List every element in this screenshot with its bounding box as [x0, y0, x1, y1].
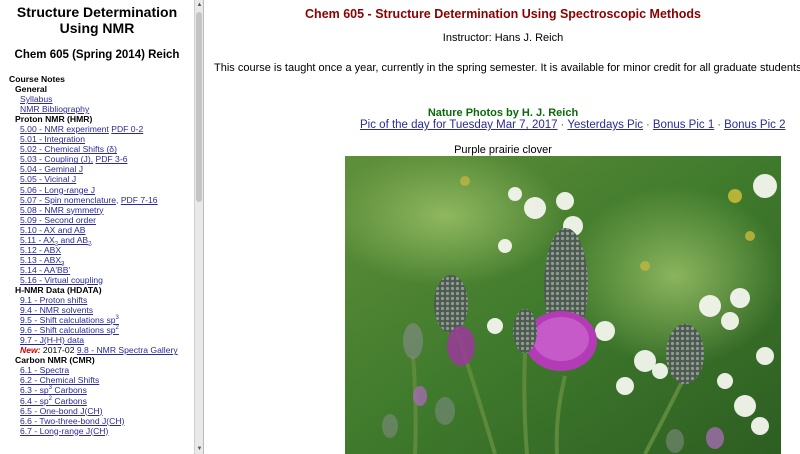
nav-item-proton[interactable]: 5.02 - Chemical Shifts (δ)	[9, 144, 194, 154]
nav-item-proton[interactable]: 5.07 - Spin nomenclature, PDF 7-16	[9, 195, 194, 205]
nav-item-proton[interactable]: 5.03 - Coupling (J), PDF 3-6	[9, 154, 194, 164]
nav-item-6-2[interactable]: 6.2 - Chemical Shifts	[9, 375, 194, 385]
section-proton-nmr: Proton NMR (HMR)	[15, 114, 93, 125]
section-carbon-nmr: Carbon NMR (CMR)	[15, 355, 95, 366]
nav-item-9-7[interactable]: 9.7 - J(H-H) data	[9, 335, 194, 345]
nav-item-6-3[interactable]: 6.3 - sp3 Carbons	[9, 385, 194, 395]
nav-item-proton[interactable]: 5.05 - Vicinal J	[9, 174, 194, 184]
nav-item-proton[interactable]: 5.10 - AX and AB	[9, 225, 194, 235]
separator: ·	[646, 119, 650, 131]
nav-item-syllabus[interactable]: Syllabus	[9, 94, 194, 104]
scroll-thumb[interactable]	[196, 12, 202, 202]
nav-item-6-4[interactable]: 6.4 - sp2 Carbons	[9, 396, 194, 406]
left-frame-scrollbar[interactable]: ▲ ▼	[194, 0, 204, 454]
nav-item-proton[interactable]: 5.08 - NMR symmetry	[9, 205, 194, 215]
triangle-down-icon[interactable]: ▼	[195, 444, 204, 454]
course-notes-nav: Course Notes General Syllabus NMR Biblio…	[0, 74, 194, 436]
nav-item-9-5[interactable]: 9.5 - Shift calculations sp3	[9, 315, 194, 325]
photo-caption: Purple prairie clover	[454, 144, 552, 156]
nav-item-5-13[interactable]: 5.13 - ABX3	[9, 255, 194, 268]
new-badge: New:	[20, 345, 41, 356]
nav-item-6-1[interactable]: 6.1 - Spectra	[9, 365, 194, 375]
nav-item-9-4[interactable]: 9.4 - NMR solvents	[9, 305, 194, 315]
section-general: General	[15, 84, 48, 95]
nav-item-5-16[interactable]: 5.16 - Virtual coupling	[9, 275, 194, 285]
nav-item-9-6[interactable]: 9.6 - Shift calculations sp2	[9, 325, 194, 335]
course-notes-heading: Course Notes	[9, 74, 65, 84]
bonus-pic-1-link[interactable]: Bonus Pic 1	[653, 119, 714, 131]
proton-nmr-list: 5.00 - NMR experiment PDF 0-2 5.01 - Inte…	[9, 124, 194, 235]
nav-item-proton[interactable]: 5.09 - Second order	[9, 215, 194, 225]
nav-item-6-5[interactable]: 6.5 - One-bond J(CH)	[9, 406, 194, 416]
main-frame: Chem 605 - Structure Determination Using…	[206, 0, 800, 454]
page-title: Chem 605 - Structure Determination Using…	[305, 7, 701, 21]
purple-prairie-clover-photo[interactable]	[345, 156, 781, 454]
nav-item-5-12[interactable]: 5.12 - ABX	[9, 245, 194, 255]
separator: ·	[717, 119, 722, 131]
nav-item-proton[interactable]: 5.06 - Long-range J	[9, 185, 194, 195]
photo-links: Pic of the day for Tuesday Mar 7, 2017 · Y…	[360, 119, 785, 131]
left-nav-frame: Structure Determination Using NMR Chem 6…	[0, 0, 194, 454]
pic-of-the-day-link[interactable]: Pic of the day for Tuesday Mar 7, 2017	[360, 119, 558, 131]
nav-item-5-14[interactable]: 5.14 - AA'BB'	[9, 265, 194, 275]
section-hnmr-data: H-NMR Data (HDATA)	[15, 284, 102, 295]
nav-item-6-6[interactable]: 6.6 - Two-three-bond J(CH)	[9, 416, 194, 426]
separator: ·	[560, 119, 565, 131]
nav-item-9-1[interactable]: 9.1 - Proton shifts	[9, 295, 194, 305]
nav-item-proton[interactable]: 5.04 - Geminal J	[9, 164, 194, 174]
nav-item-proton[interactable]: 5.01 - Integration	[9, 134, 194, 144]
nav-item-proton[interactable]: 5.00 - NMR experiment PDF 0-2	[9, 124, 194, 134]
intro-text: This course is taught once a year, curre…	[214, 62, 800, 74]
nature-photos-heading: Nature Photos by H. J. Reich	[427, 107, 579, 119]
yesterdays-pic-link[interactable]: Yesterdays Pic	[567, 119, 643, 131]
sidebar-title: Structure Determination Using NMR	[16, 4, 178, 36]
bonus-pic-2-link[interactable]: Bonus Pic 2	[724, 119, 785, 131]
instructor-line: Instructor: Hans J. Reich	[442, 32, 564, 44]
nav-item-nmr-bibliography[interactable]: NMR Bibliography	[9, 104, 194, 114]
nav-item-5-11[interactable]: 5.11 - AX2 and AB2	[9, 235, 194, 248]
nav-item-6-7[interactable]: 6.7 - Long-range J(CH)	[9, 426, 194, 436]
triangle-up-icon[interactable]: ▲	[195, 0, 204, 10]
sidebar-course: Chem 605 (Spring 2014) Reich	[14, 49, 180, 61]
nav-item-new-spectra-gallery[interactable]: New: 2017-02 9.8 - NMR Spectra Gallery	[9, 345, 194, 355]
